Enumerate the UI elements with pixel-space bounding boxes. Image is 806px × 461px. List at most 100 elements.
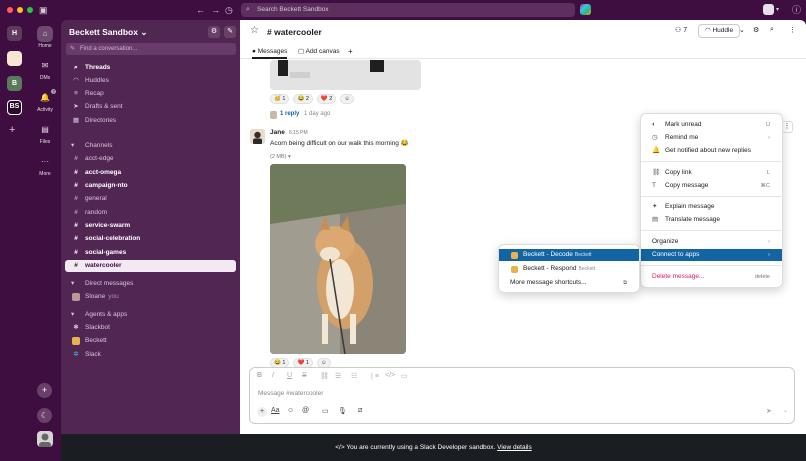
tab-add-canvas[interactable]: ▢ Add canvas [298,46,340,59]
close-window-button[interactable] [7,7,13,13]
reaction-pill[interactable]: 🥳 1 [270,94,290,104]
menu-item-translate[interactable]: ▤ Translate message [641,214,782,226]
status-dropdown-icon[interactable]: ▾ [776,4,779,16]
nav-home[interactable]: ⌂ Home [29,26,61,49]
settings-icon[interactable]: ⚙ [208,26,220,38]
sidebar-channel-acct-edge[interactable]: # acct-edge [65,153,236,165]
microphone-icon[interactable]: 🎙 [338,407,347,415]
avatar[interactable] [250,129,265,144]
menu-item-delete[interactable]: Delete message... delete [641,271,782,283]
kebab-menu-icon[interactable]: ⋮ [789,26,796,34]
sidebar-app-slackbot[interactable]: ✱ Slackbot [65,322,236,334]
code-block-icon[interactable]: ▭ [401,372,408,380]
shortcuts-icon[interactable]: ⧄ [358,407,362,415]
reply-count-link[interactable]: 1 reply [280,111,299,117]
menu-item-mark-unread[interactable]: ◐ Mark unread U [641,119,782,131]
dm-section-header[interactable]: ▾ Direct messages [65,278,236,290]
sidebar-app-beckett[interactable]: Beckett [65,335,236,347]
menu-item-more-shortcuts[interactable]: More message shortcuts... ⧉ [499,277,639,289]
plus-icon[interactable]: + [257,407,267,417]
apps-section-header[interactable]: ▾ Agents & apps [65,309,236,321]
nav-files[interactable]: ▤ Files [29,122,61,145]
sidebar-app-slack[interactable]: ✲ Slack [65,349,236,361]
menu-item-copy-link[interactable]: ⛓ Copy link L [641,167,782,179]
chevron-down-icon[interactable]: ⌄ [739,26,745,34]
blockquote-icon[interactable]: ❘≡ [369,372,379,380]
nav-dms[interactable]: ✉ DMs [29,58,61,81]
message-timestamp[interactable]: 6:15 PM [289,130,308,136]
sidebar-dm-sloane[interactable]: Sloane you [65,291,236,303]
find-conversation-input[interactable]: ✎ Find a conversation... [66,43,236,55]
sidebar-item-threads[interactable]: ⌕ Threads [65,62,236,74]
bullet-list-icon[interactable]: ☷ [351,372,357,380]
huddle-button[interactable]: ◠ Huddle [698,24,741,38]
menu-item-beckett-decode[interactable]: Beckett - Decode Beckett [499,249,639,261]
add-reaction-icon[interactable]: ☺ [340,94,354,104]
sidebar-item-directories[interactable]: ▦ Directories [65,115,236,127]
workspace-h[interactable]: H [7,26,22,41]
view-details-link[interactable]: View details [497,444,532,451]
ordered-list-icon[interactable]: ☰ [335,372,341,380]
dog-photo-attachment[interactable] [270,164,406,354]
workspace-bs[interactable]: BS [7,100,22,115]
underline-icon[interactable]: U [287,372,292,379]
video-icon[interactable]: ▭ [322,407,329,415]
message-input[interactable]: Message #watercooler [258,390,323,397]
reaction-pill[interactable]: ❤️ 2 [316,94,337,104]
mention-icon[interactable]: @ [302,407,309,414]
sidebar-channel-general[interactable]: # general [65,193,236,205]
search-icon[interactable]: ⌕ [770,26,774,34]
thread-replies[interactable]: 1 reply 1 day ago [270,111,330,119]
strikethrough-icon[interactable]: S [302,372,307,379]
menu-item-connect-to-apps[interactable]: Connect to apps › [641,249,782,261]
workspace-name[interactable]: Beckett Sandbox ⌄ [69,27,147,38]
reaction-pill[interactable]: 😂 2 [293,94,313,104]
menu-item-remind-me[interactable]: ◷ Remind me › [641,132,782,144]
previous-image-attachment[interactable] [270,60,421,90]
sidebar-channel-random[interactable]: # random [65,207,236,219]
menu-item-copy-message[interactable]: T Copy message ⌘C [641,180,782,192]
sidebar-channel-service-swarm[interactable]: # service-swarm [65,220,236,232]
send-icon[interactable]: ➤ [766,407,772,415]
add-workspace-icon[interactable]: + [9,124,15,136]
menu-item-organize[interactable]: Organize › [641,236,782,248]
sidebar-channel-social-games[interactable]: # social-games [65,247,236,259]
workspace-b[interactable]: B [7,76,22,91]
user-avatar[interactable] [37,431,53,447]
channel-title[interactable]: # watercooler [267,27,322,37]
send-options-icon[interactable]: ⌄ [783,407,788,414]
back-arrow-icon[interactable]: ← [196,4,205,16]
menu-item-explain[interactable]: ✦ Explain message [641,201,782,213]
workspace-logo[interactable] [7,51,22,66]
sidebar-channel-watercooler[interactable]: # watercooler [65,260,236,272]
sidebar-item-drafts[interactable]: ➤ Drafts & sent [65,101,236,113]
minimize-window-button[interactable] [17,7,23,13]
history-icon[interactable]: ◷ [225,4,233,16]
sidebar-channel-campaign-nto[interactable]: # campaign-nto [65,180,236,192]
sidebar-toggle-icon[interactable]: ▣ [39,4,48,16]
star-icon[interactable]: ☆ [250,25,259,36]
italic-icon[interactable]: I [272,372,274,379]
maximize-window-button[interactable] [27,7,33,13]
bold-icon[interactable]: B [257,372,262,379]
members-button[interactable]: ⚇ 7 [675,26,687,34]
sidebar-channel-acct-omega[interactable]: # acct-omega [65,167,236,179]
code-icon[interactable]: </> [385,372,395,379]
add-tab-button[interactable]: + [348,46,353,59]
nav-more[interactable]: ··· More [29,154,61,177]
help-icon[interactable]: ⓘ [792,4,801,16]
emoji-icon[interactable]: ☺ [287,407,294,414]
channels-section-header[interactable]: ▾ Channels [65,140,236,152]
menu-item-beckett-respond[interactable]: Beckett - Respond Beckett [499,263,639,275]
search-input[interactable]: ⌕ Search Beckett Sandbox [241,3,575,17]
create-new-icon[interactable]: + [37,383,52,398]
gear-icon[interactable]: ⚙ [753,26,759,34]
sidebar-item-huddles[interactable]: ◠ Huddles [65,75,236,87]
compose-icon[interactable]: ✎ [224,26,236,38]
link-icon[interactable]: ⛓ [320,372,329,380]
nav-activity[interactable]: 🔔 7 Activity [29,89,61,113]
text-format-icon[interactable]: Aa [271,407,280,414]
message-author[interactable]: Jane [270,129,285,136]
sidebar-channel-social-celebration[interactable]: # social-celebration [65,233,236,245]
user-status-icon[interactable] [763,4,774,15]
